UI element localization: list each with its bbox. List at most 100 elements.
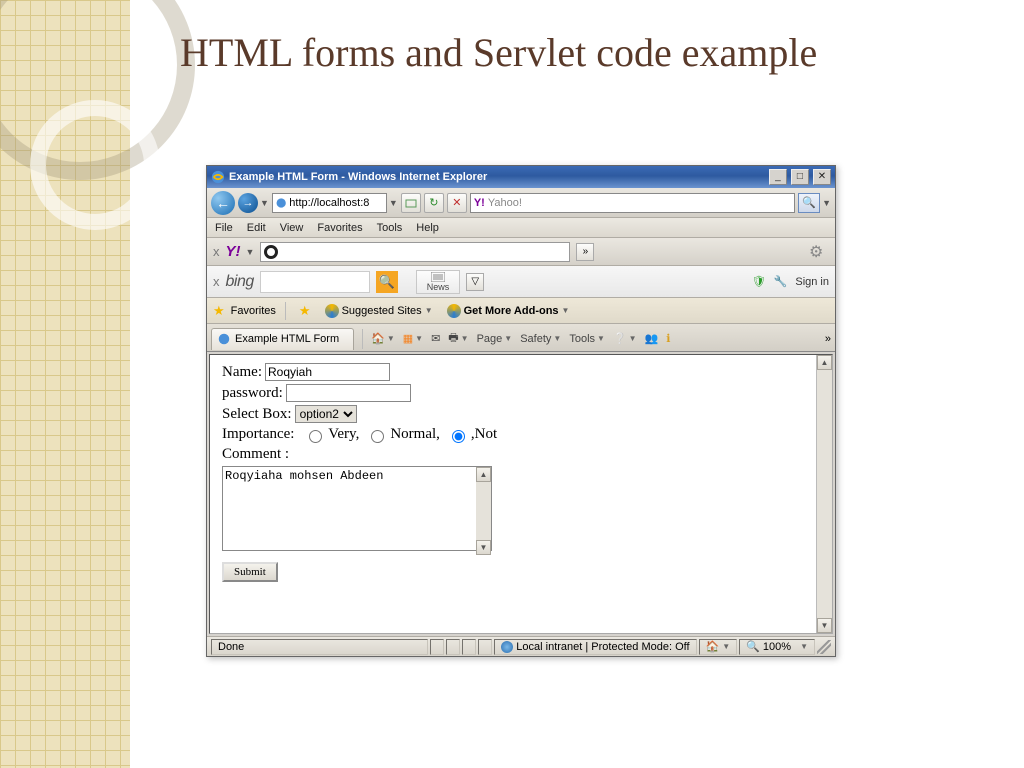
wrench-icon[interactable]: 🔧 [774, 275, 788, 288]
bing-toolbar: x bing 🔍 News ▽ 🛡 🔧 Sign in [207, 266, 835, 298]
close-toolbar-button[interactable]: x [213, 244, 220, 259]
address-bar[interactable] [272, 193, 387, 213]
select-box[interactable]: option2 [295, 405, 357, 423]
search-placeholder: Yahoo! [488, 197, 522, 209]
refresh-button[interactable]: ↻ [424, 193, 444, 213]
tab-example-form[interactable]: Example HTML Form [211, 328, 354, 350]
help-button[interactable]: ❔▼ [613, 332, 637, 345]
yahoo-logo[interactable]: Y! [226, 243, 241, 260]
comment-textarea[interactable]: Roqyiaha mohsen Abdeen [222, 466, 492, 551]
bing-dropdown-button[interactable]: ▽ [466, 273, 484, 291]
info-icon[interactable]: ℹ [666, 332, 670, 345]
radio-normal[interactable] [371, 430, 384, 443]
radio-very-label: Very, [328, 426, 359, 443]
star-icon[interactable]: ★ [213, 303, 225, 319]
slide-title: HTML forms and Servlet code example [180, 28, 817, 78]
yahoo-icon: Y! [474, 197, 485, 209]
signin-link[interactable]: Sign in [795, 276, 829, 288]
submit-button[interactable]: Submit [222, 562, 278, 582]
radio-not-label: ,Not [471, 426, 497, 443]
menu-edit[interactable]: Edit [247, 222, 266, 234]
minimize-button[interactable]: _ [769, 169, 787, 185]
print-button[interactable]: 🖶▼ [448, 329, 468, 348]
yahoo-toolbar: x Y! ▼ » ⚙ [207, 238, 835, 266]
password-input[interactable] [286, 384, 411, 402]
yahoo-search-input[interactable] [260, 242, 570, 262]
menu-bar: File Edit View Favorites Tools Help [207, 218, 835, 238]
maximize-button[interactable]: □ [791, 169, 809, 185]
importance-label: Importance: [222, 426, 294, 443]
textarea-scroll-down-icon[interactable]: ▼ [476, 540, 491, 555]
window-title: Example HTML Form - Windows Internet Exp… [229, 171, 768, 183]
bing-search-input[interactable] [260, 271, 370, 293]
protected-mode-button[interactable]: 🏠▼ [699, 639, 738, 655]
tab-bar: Example HTML Form 🏠▼ ▦▼ ✉ 🖶▼ Page▼ Safet… [207, 324, 835, 352]
history-dropdown-icon[interactable]: ▼ [260, 198, 269, 208]
radio-not[interactable] [452, 430, 465, 443]
page-content: Name: password: Select Box: option2 Impo… [209, 354, 833, 634]
comment-label: Comment : [222, 446, 289, 463]
overflow-button[interactable]: » [576, 243, 594, 261]
textarea-scroll-up-icon[interactable]: ▲ [476, 467, 491, 482]
feeds-button[interactable]: ▦▼ [403, 332, 423, 345]
ie-page-icon [275, 196, 287, 210]
select-label: Select Box: [222, 406, 292, 423]
search-dropdown-icon[interactable]: ▼ [822, 198, 831, 208]
name-label: Name: [222, 364, 262, 381]
ie-browser-window: Example HTML Form - Windows Internet Exp… [206, 165, 836, 657]
radio-normal-label: Normal, [390, 426, 440, 443]
back-button[interactable]: ← [211, 191, 235, 215]
search-go-button[interactable]: 🔍 [798, 193, 820, 213]
gear-icon[interactable]: ⚙ [809, 242, 829, 262]
compat-view-button[interactable] [401, 193, 421, 213]
yahoo-dropdown-icon[interactable]: ▼ [246, 247, 255, 257]
ie-icon [211, 170, 225, 184]
add-favorite-button[interactable]: ★ [295, 302, 315, 320]
ie-tab-icon [217, 332, 231, 346]
safety-menu[interactable]: Safety▼ [520, 333, 561, 345]
mail-button[interactable]: ✉ [431, 332, 440, 345]
search-box[interactable]: Y! Yahoo! [470, 193, 795, 213]
suggested-sites-link[interactable]: Suggested Sites▼ [321, 303, 437, 319]
textarea-scrollbar[interactable]: ▲ ▼ [476, 467, 491, 555]
search-ring-icon [264, 245, 278, 259]
menu-view[interactable]: View [280, 222, 304, 234]
tools-menu[interactable]: Tools▼ [569, 333, 605, 345]
news-icon [431, 272, 445, 282]
forward-button[interactable]: → [238, 193, 258, 213]
news-button[interactable]: News [416, 270, 461, 294]
resize-grip[interactable] [817, 640, 831, 654]
menu-help[interactable]: Help [416, 222, 439, 234]
menu-favorites[interactable]: Favorites [317, 222, 362, 234]
page-scrollbar[interactable]: ▲ ▼ [816, 355, 832, 633]
address-dropdown-icon[interactable]: ▼ [389, 198, 398, 208]
bing-logo[interactable]: bing [226, 273, 254, 291]
status-bar: Done Local intranet | Protected Mode: Of… [207, 636, 835, 656]
menu-tools[interactable]: Tools [377, 222, 403, 234]
favorites-label[interactable]: Favorites [231, 305, 276, 317]
zoom-control[interactable]: 🔍100% ▼ [739, 639, 815, 655]
stop-button[interactable]: ✕ [447, 193, 467, 213]
radio-very[interactable] [309, 430, 322, 443]
shield-icon[interactable]: 🛡 [752, 275, 766, 288]
scroll-down-icon[interactable]: ▼ [817, 618, 832, 633]
menu-file[interactable]: File [215, 222, 233, 234]
bing-search-button[interactable]: 🔍 [376, 271, 398, 293]
close-button[interactable]: ✕ [813, 169, 831, 185]
security-zone[interactable]: Local intranet | Protected Mode: Off [494, 639, 696, 655]
tab-overflow-button[interactable]: » [825, 333, 831, 345]
page-menu[interactable]: Page▼ [477, 333, 513, 345]
address-input[interactable] [287, 196, 384, 210]
status-text: Done [211, 639, 428, 655]
home-button[interactable]: 🏠▼ [371, 332, 395, 345]
name-input[interactable] [265, 363, 390, 381]
scroll-up-icon[interactable]: ▲ [817, 355, 832, 370]
favorites-bar: ★ Favorites ★ Suggested Sites▼ Get More … [207, 298, 835, 324]
globe-icon [501, 641, 513, 653]
navigation-toolbar: ← → ▼ ▼ ↻ ✕ Y! Yahoo! 🔍 ▼ [207, 188, 835, 218]
close-bing-toolbar-button[interactable]: x [213, 274, 220, 289]
window-titlebar[interactable]: Example HTML Form - Windows Internet Exp… [207, 166, 835, 188]
messenger-icon[interactable]: 👥 [645, 332, 659, 345]
get-addons-link[interactable]: Get More Add-ons▼ [443, 303, 574, 319]
password-label: password: [222, 385, 283, 402]
